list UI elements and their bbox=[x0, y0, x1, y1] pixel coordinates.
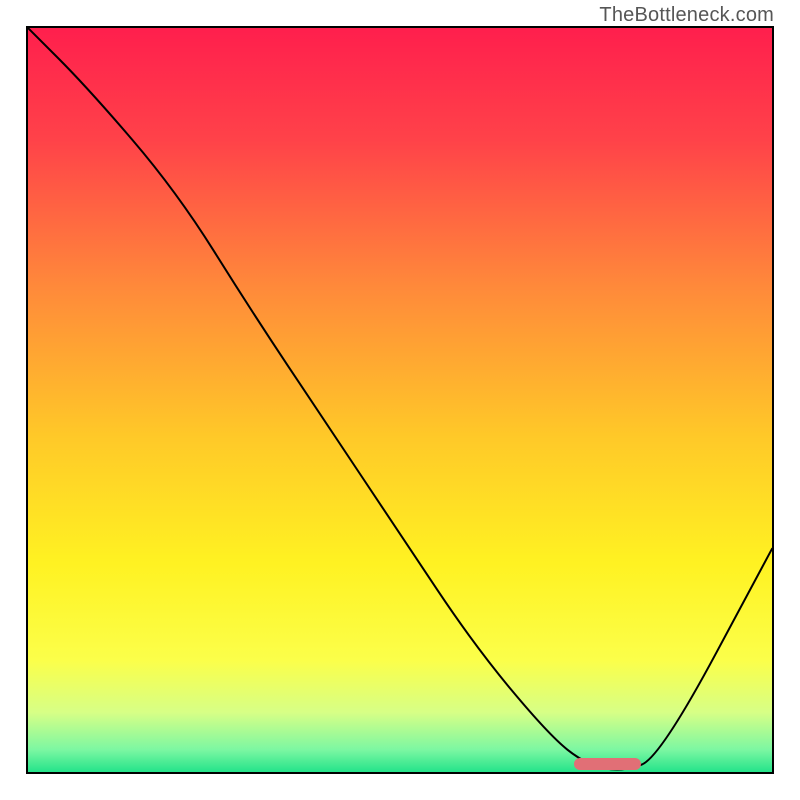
bottleneck-curve bbox=[28, 28, 772, 772]
chart-frame bbox=[26, 26, 774, 774]
attribution-text: TheBottleneck.com bbox=[599, 4, 774, 27]
optimum-marker bbox=[574, 758, 641, 770]
